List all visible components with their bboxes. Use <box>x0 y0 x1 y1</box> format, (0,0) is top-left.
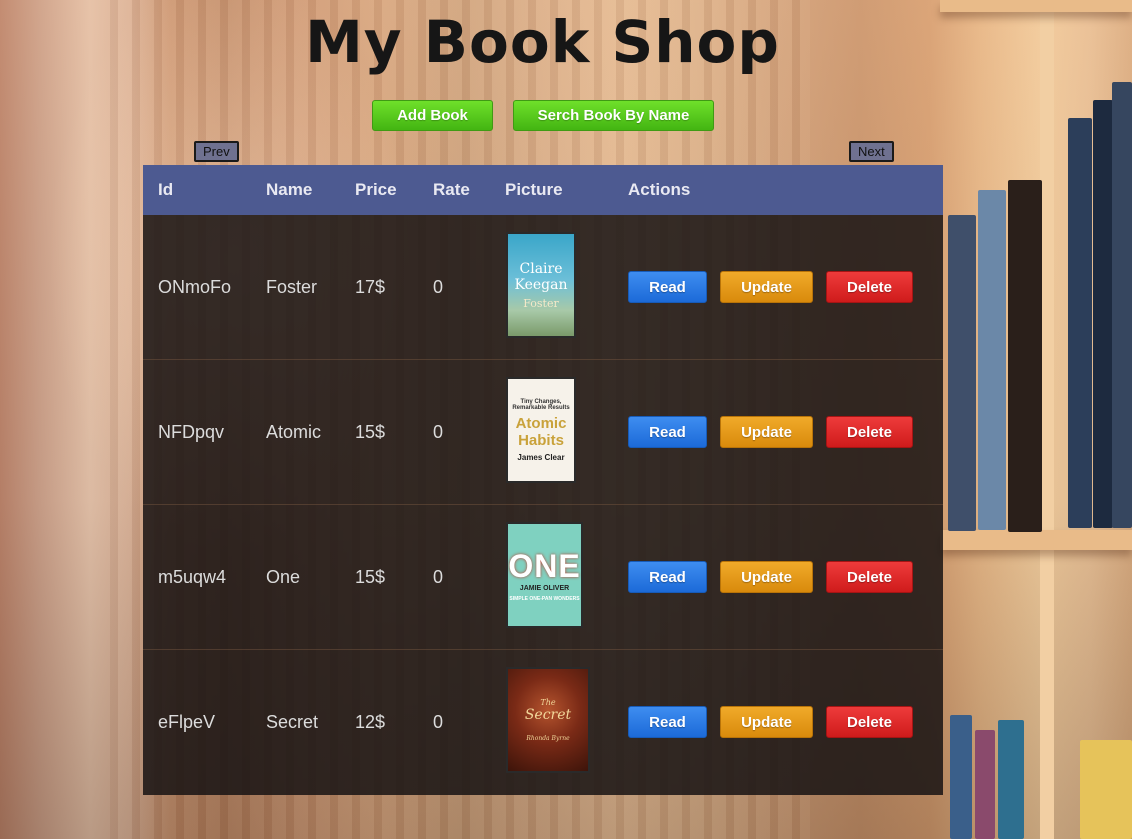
book-spine <box>978 190 1006 530</box>
table-row: eFlpeV Secret 12$ 0 The Secret Rhonda By… <box>143 650 943 795</box>
cell-name: Foster <box>266 277 318 297</box>
book-spine <box>1112 82 1132 528</box>
cover-subtitle: SIMPLE ONE-PAN WONDERS <box>509 596 580 602</box>
next-button[interactable]: Next <box>849 141 894 162</box>
book-cover-image: The Secret Rhonda Byrne <box>506 667 590 773</box>
update-button[interactable]: Update <box>720 271 813 303</box>
cover-author: Rhonda Byrne <box>526 735 570 742</box>
cell-rate: 0 <box>433 712 444 732</box>
search-book-by-name-button[interactable]: Serch Book By Name <box>513 100 714 131</box>
book-spine <box>1068 118 1092 528</box>
delete-button[interactable]: Delete <box>826 416 913 448</box>
delete-button[interactable]: Delete <box>826 706 913 738</box>
cell-name: One <box>266 567 301 587</box>
book-spine <box>950 715 972 839</box>
update-button[interactable]: Update <box>720 706 813 738</box>
book-spine <box>948 215 976 531</box>
update-button[interactable]: Update <box>720 561 813 593</box>
header-picture: Picture <box>505 180 563 199</box>
cover-author-last: Keegan <box>514 276 568 293</box>
books-table: Id Name Price Rate Picture Actions ONmoF… <box>143 165 943 795</box>
book-spine <box>1080 740 1132 839</box>
cell-price: 15$ <box>355 567 386 587</box>
header-actions: Actions <box>628 180 691 199</box>
cell-id: eFlpeV <box>158 712 216 732</box>
read-button[interactable]: Read <box>628 271 707 303</box>
book-spine <box>975 730 995 839</box>
cell-name: Atomic <box>266 422 322 442</box>
header-price: Price <box>355 180 397 199</box>
cell-price: 12$ <box>355 712 386 732</box>
cell-id: m5uqw4 <box>158 567 227 587</box>
delete-button[interactable]: Delete <box>826 271 913 303</box>
book-spine <box>1093 100 1113 528</box>
read-button[interactable]: Read <box>628 416 707 448</box>
header-rate: Rate <box>433 180 470 199</box>
add-book-button[interactable]: Add Book <box>372 100 493 131</box>
shelf-side <box>1040 0 1054 839</box>
cover-author-first: Claire <box>519 260 563 277</box>
read-button[interactable]: Read <box>628 561 707 593</box>
cell-rate: 0 <box>433 567 444 587</box>
cover-author: James Clear <box>517 452 565 462</box>
cover-tagline: Tiny Changes, Remarkable Results <box>512 398 570 411</box>
cell-price: 15$ <box>355 422 386 442</box>
cover-title: ONE <box>508 548 581 584</box>
cell-rate: 0 <box>433 422 444 442</box>
cell-name: Secret <box>266 712 319 732</box>
table-row: m5uqw4 One 15$ 0 ONE JAMIE OLIVER SIMPLE… <box>143 505 943 650</box>
cell-id: NFDpqv <box>158 422 225 442</box>
book-cover-image: ONE JAMIE OLIVER SIMPLE ONE-PAN WONDERS <box>506 522 583 628</box>
book-cover-image: Tiny Changes, Remarkable Results Atomic … <box>506 377 576 483</box>
cover-title-prefix: The <box>540 698 556 707</box>
table-row: ONmoFo Foster 17$ 0 Claire Keegan Foster… <box>143 215 943 360</box>
update-button[interactable]: Update <box>720 416 813 448</box>
table-header: Id Name Price Rate Picture Actions <box>143 165 943 215</box>
header-name: Name <box>266 180 313 199</box>
cover-title: Atomic Habits <box>515 414 567 449</box>
read-button[interactable]: Read <box>628 706 707 738</box>
shelf-board <box>940 530 1132 550</box>
book-cover-image: Claire Keegan Foster <box>506 232 576 338</box>
cover-title: Foster <box>523 296 559 310</box>
cover-title: Secret <box>524 707 572 723</box>
cell-id: ONmoFo <box>158 277 232 297</box>
cover-author: JAMIE OLIVER <box>519 585 570 592</box>
header-id: Id <box>158 180 174 199</box>
table-row: NFDpqv Atomic 15$ 0 Tiny Changes, Remark… <box>143 360 943 505</box>
page-title: My Book Shop <box>305 8 780 76</box>
book-spine <box>1008 180 1042 532</box>
book-spine <box>998 720 1024 839</box>
cell-price: 17$ <box>355 277 386 297</box>
delete-button[interactable]: Delete <box>826 561 913 593</box>
prev-button[interactable]: Prev <box>194 141 239 162</box>
cell-rate: 0 <box>433 277 444 297</box>
